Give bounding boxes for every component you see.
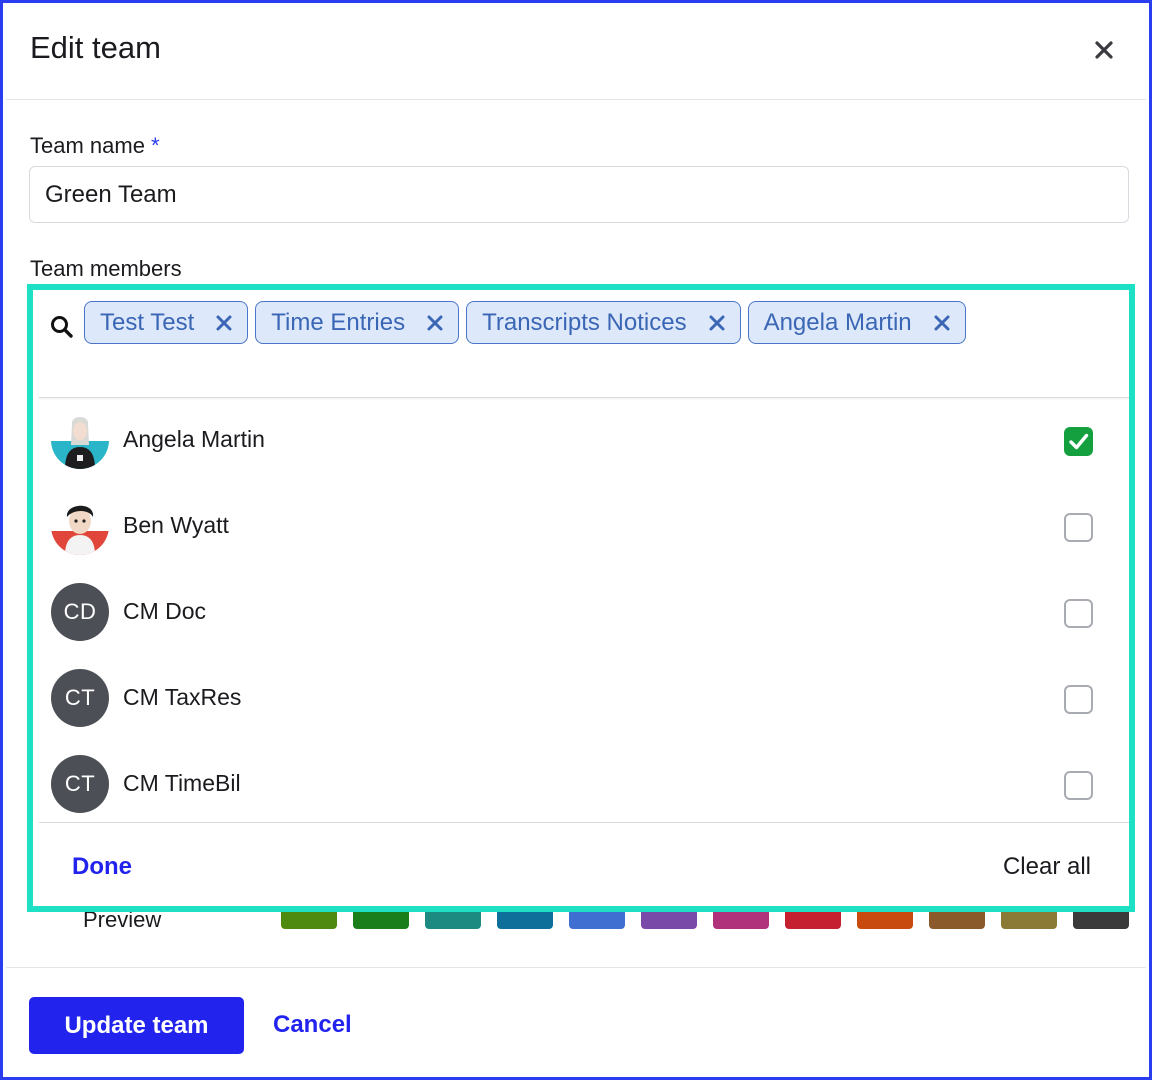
member-name: CM TaxRes [123, 684, 242, 710]
avatar: CT [51, 755, 109, 813]
done-button[interactable]: Done [72, 853, 132, 881]
member-checkbox[interactable] [1064, 599, 1093, 628]
remove-chip-icon[interactable] [214, 312, 236, 334]
member-name: Angela Martin [123, 426, 265, 452]
member-row-cm-taxres[interactable]: CT CM TaxRes [39, 657, 1129, 743]
remove-chip-icon[interactable] [425, 312, 447, 334]
avatar [51, 411, 109, 469]
dialog-header: Edit team [6, 6, 1146, 100]
team-name-input[interactable] [29, 166, 1129, 223]
picker-footer: Done Clear all [39, 822, 1129, 906]
required-marker: * [150, 133, 160, 158]
clear-all-button[interactable]: Clear all [1003, 853, 1091, 881]
member-chip: Transcripts Notices [466, 301, 741, 344]
member-chip: Test Test [84, 301, 249, 344]
team-members-label: Team members [30, 256, 182, 281]
avatar [51, 497, 109, 555]
remove-chip-icon[interactable] [932, 312, 954, 334]
remove-chip-icon[interactable] [707, 312, 729, 334]
member-checkbox[interactable] [1064, 771, 1093, 800]
team-members-picker: Test Test Time Entries Transcripts Notic… [27, 284, 1135, 912]
dialog-title: Edit team [30, 30, 161, 65]
chip-label: Angela Martin [763, 308, 912, 336]
cancel-button[interactable]: Cancel [273, 1011, 352, 1039]
team-name-label: Team name * [30, 133, 160, 158]
member-checkbox[interactable] [1064, 427, 1093, 456]
close-icon[interactable] [1088, 34, 1120, 66]
footer-divider [6, 967, 1146, 968]
member-row-cm-doc[interactable]: CD CM Doc [39, 571, 1129, 657]
member-chip: Angela Martin [747, 301, 966, 344]
member-list: Angela Martin Ben Wyatt CD CM Doc CT CM … [39, 399, 1129, 822]
member-row-angela-martin[interactable]: Angela Martin [39, 399, 1129, 485]
member-name: CM Doc [123, 598, 207, 624]
chip-label: Test Test [100, 308, 195, 336]
member-search-field[interactable]: Test Test Time Entries Transcripts Notic… [39, 296, 1129, 398]
update-team-button[interactable]: Update team [29, 997, 244, 1054]
member-checkbox[interactable] [1064, 685, 1093, 714]
member-checkbox[interactable] [1064, 513, 1093, 542]
member-row-cm-timebil[interactable]: CT CM TimeBil [39, 743, 1129, 822]
chip-label: Transcripts Notices [482, 308, 687, 336]
member-chip: Time Entries [255, 301, 460, 344]
chip-label: Time Entries [271, 308, 406, 336]
member-name: Ben Wyatt [123, 512, 229, 538]
search-icon [49, 314, 75, 340]
member-row-ben-wyatt[interactable]: Ben Wyatt [39, 485, 1129, 571]
edit-team-dialog: Edit team Team name* Team members Previe… [0, 0, 1152, 1080]
avatar: CD [51, 583, 109, 641]
selected-members: Test Test Time Entries Transcripts Notic… [84, 301, 966, 344]
avatar: CT [51, 669, 109, 727]
member-name: CM TimeBil [123, 770, 241, 796]
